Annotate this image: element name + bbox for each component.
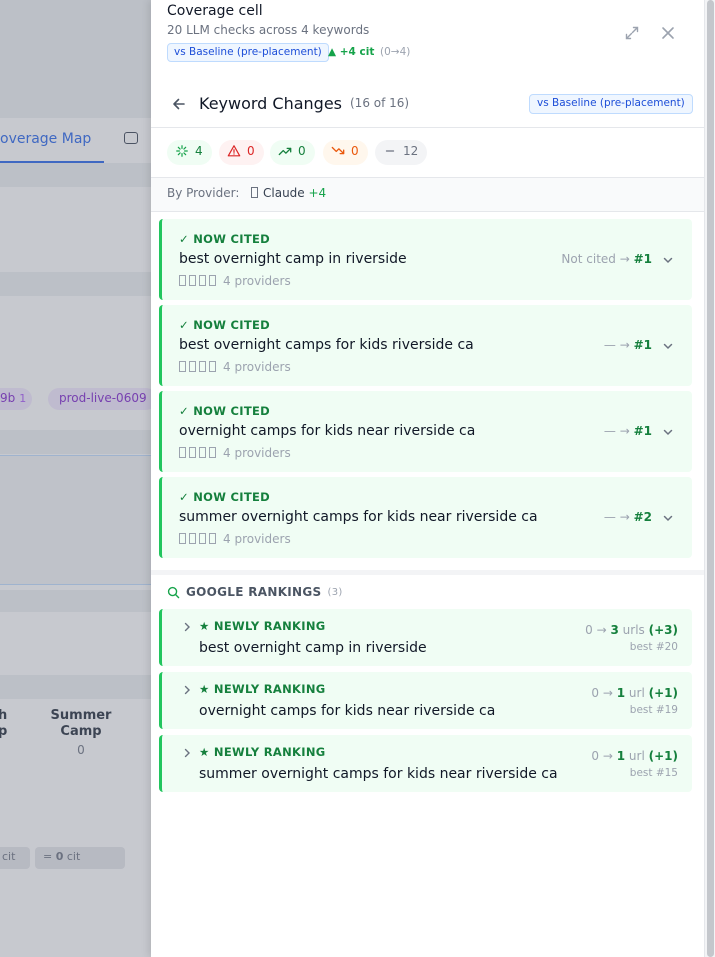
close-icon[interactable] bbox=[660, 25, 676, 41]
trending-up-icon bbox=[278, 147, 292, 156]
keyword-text: best overnight camp in riverside bbox=[199, 640, 427, 656]
drawer-title: Coverage cell bbox=[167, 3, 263, 19]
best-rank: best #19 bbox=[629, 704, 678, 716]
section-divider bbox=[151, 570, 704, 575]
status-label: ✓ NOW CITED bbox=[179, 490, 270, 504]
modal-backdrop[interactable] bbox=[0, 0, 151, 957]
keyword-text: summer overnight camps for kids near riv… bbox=[179, 509, 538, 525]
keyword-text: summer overnight camps for kids near riv… bbox=[199, 766, 558, 782]
filter-unchanged[interactable]: 12 bbox=[375, 140, 428, 165]
keyword-changes-count: (16 of 16) bbox=[350, 96, 410, 110]
warning-icon bbox=[227, 145, 241, 157]
url-count-change: 0 → 1 url (+1) bbox=[591, 686, 678, 700]
google-ranking-list: ★ NEWLY RANKING best overnight camp in r… bbox=[159, 609, 692, 798]
provider-claude[interactable]: Claude +4 bbox=[251, 186, 326, 200]
status-label: ✓ NOW CITED bbox=[179, 318, 270, 332]
google-rankings-header: GOOGLE RANKINGS (3) bbox=[167, 585, 343, 599]
chevron-down-icon[interactable] bbox=[662, 340, 674, 352]
chevron-down-icon[interactable] bbox=[662, 426, 674, 438]
minus-icon bbox=[385, 150, 395, 152]
by-provider-label: By Provider: bbox=[167, 186, 240, 200]
provider-icons: 4 providers bbox=[179, 446, 291, 460]
baseline-badge: vs Baseline (pre-placement) bbox=[167, 43, 329, 62]
url-count-change: 0 → 3 urls (+3) bbox=[585, 623, 678, 637]
expand-icon[interactable] bbox=[624, 25, 640, 41]
chevron-down-icon[interactable] bbox=[662, 254, 674, 266]
drawer-subtitle: 20 LLM checks across 4 keywords bbox=[167, 23, 370, 37]
sparkle-icon bbox=[176, 145, 188, 157]
llm-change-list: ✓ NOW CITED best overnight camp in river… bbox=[159, 219, 692, 563]
keyword-text: overnight camps for kids near riverside … bbox=[199, 703, 496, 719]
chevron-right-icon[interactable] bbox=[182, 622, 192, 632]
by-provider-bar: By Provider: Claude +4 bbox=[151, 178, 704, 212]
llm-change-card[interactable]: ✓ NOW CITED overnight camps for kids nea… bbox=[159, 391, 692, 472]
baseline-badge: vs Baseline (pre-placement) bbox=[529, 94, 693, 114]
search-icon bbox=[167, 586, 180, 599]
chevron-right-icon[interactable] bbox=[182, 748, 192, 758]
filter-declined[interactable]: 0 bbox=[323, 140, 368, 165]
back-arrow-icon[interactable] bbox=[171, 96, 187, 112]
llm-change-card[interactable]: ✓ NOW CITED best overnight camps for kid… bbox=[159, 305, 692, 386]
chevron-down-icon[interactable] bbox=[662, 512, 674, 524]
filter-improved[interactable]: 0 bbox=[270, 140, 315, 165]
keyword-changes-title: Keyword Changes bbox=[199, 94, 343, 113]
keyword-text: overnight camps for kids near riverside … bbox=[179, 423, 476, 439]
url-count-change: 0 → 1 url (+1) bbox=[591, 749, 678, 763]
scrollbar-thumb[interactable] bbox=[707, 0, 714, 957]
change-filters: 4 0 0 0 12 bbox=[151, 128, 704, 178]
coverage-cell-drawer: Coverage cell 20 LLM checks across 4 key… bbox=[151, 0, 704, 957]
status-label: ★ NEWLY RANKING bbox=[199, 682, 326, 696]
google-ranking-card[interactable]: ★ NEWLY RANKING overnight camps for kids… bbox=[159, 672, 692, 729]
provider-icons: 4 providers bbox=[179, 532, 291, 546]
citation-delta: ▲ +4 cit (0→4) bbox=[328, 46, 411, 58]
google-ranking-card[interactable]: ★ NEWLY RANKING best overnight camp in r… bbox=[159, 609, 692, 666]
llm-change-card[interactable]: ✓ NOW CITED best overnight camp in river… bbox=[159, 219, 692, 300]
best-rank: best #20 bbox=[629, 641, 678, 653]
status-label: ✓ NOW CITED bbox=[179, 232, 270, 246]
best-rank: best #15 bbox=[629, 767, 678, 779]
rank-change: Not cited → #1 bbox=[561, 252, 652, 266]
keyword-text: best overnight camp in riverside bbox=[179, 251, 407, 267]
rank-change: — → #1 bbox=[603, 338, 652, 352]
rank-change: — → #2 bbox=[603, 510, 652, 524]
keyword-text: best overnight camps for kids riverside … bbox=[179, 337, 474, 353]
provider-logo-icon bbox=[251, 187, 258, 198]
provider-icons: 4 providers bbox=[179, 274, 291, 288]
filter-new-citations[interactable]: 4 bbox=[167, 140, 212, 165]
status-label: ★ NEWLY RANKING bbox=[199, 619, 326, 633]
rank-change: — → #1 bbox=[603, 424, 652, 438]
keyword-changes-header: Keyword Changes (16 of 16) vs Baseline (… bbox=[151, 80, 704, 128]
llm-change-card[interactable]: ✓ NOW CITED summer overnight camps for k… bbox=[159, 477, 692, 558]
status-label: ✓ NOW CITED bbox=[179, 404, 270, 418]
google-ranking-card[interactable]: ★ NEWLY RANKING summer overnight camps f… bbox=[159, 735, 692, 792]
trending-down-icon bbox=[331, 146, 345, 155]
filter-lost[interactable]: 0 bbox=[219, 140, 264, 165]
status-label: ★ NEWLY RANKING bbox=[199, 745, 326, 759]
scrollbar[interactable] bbox=[704, 0, 715, 957]
provider-icons: 4 providers bbox=[179, 360, 291, 374]
chevron-right-icon[interactable] bbox=[182, 685, 192, 695]
